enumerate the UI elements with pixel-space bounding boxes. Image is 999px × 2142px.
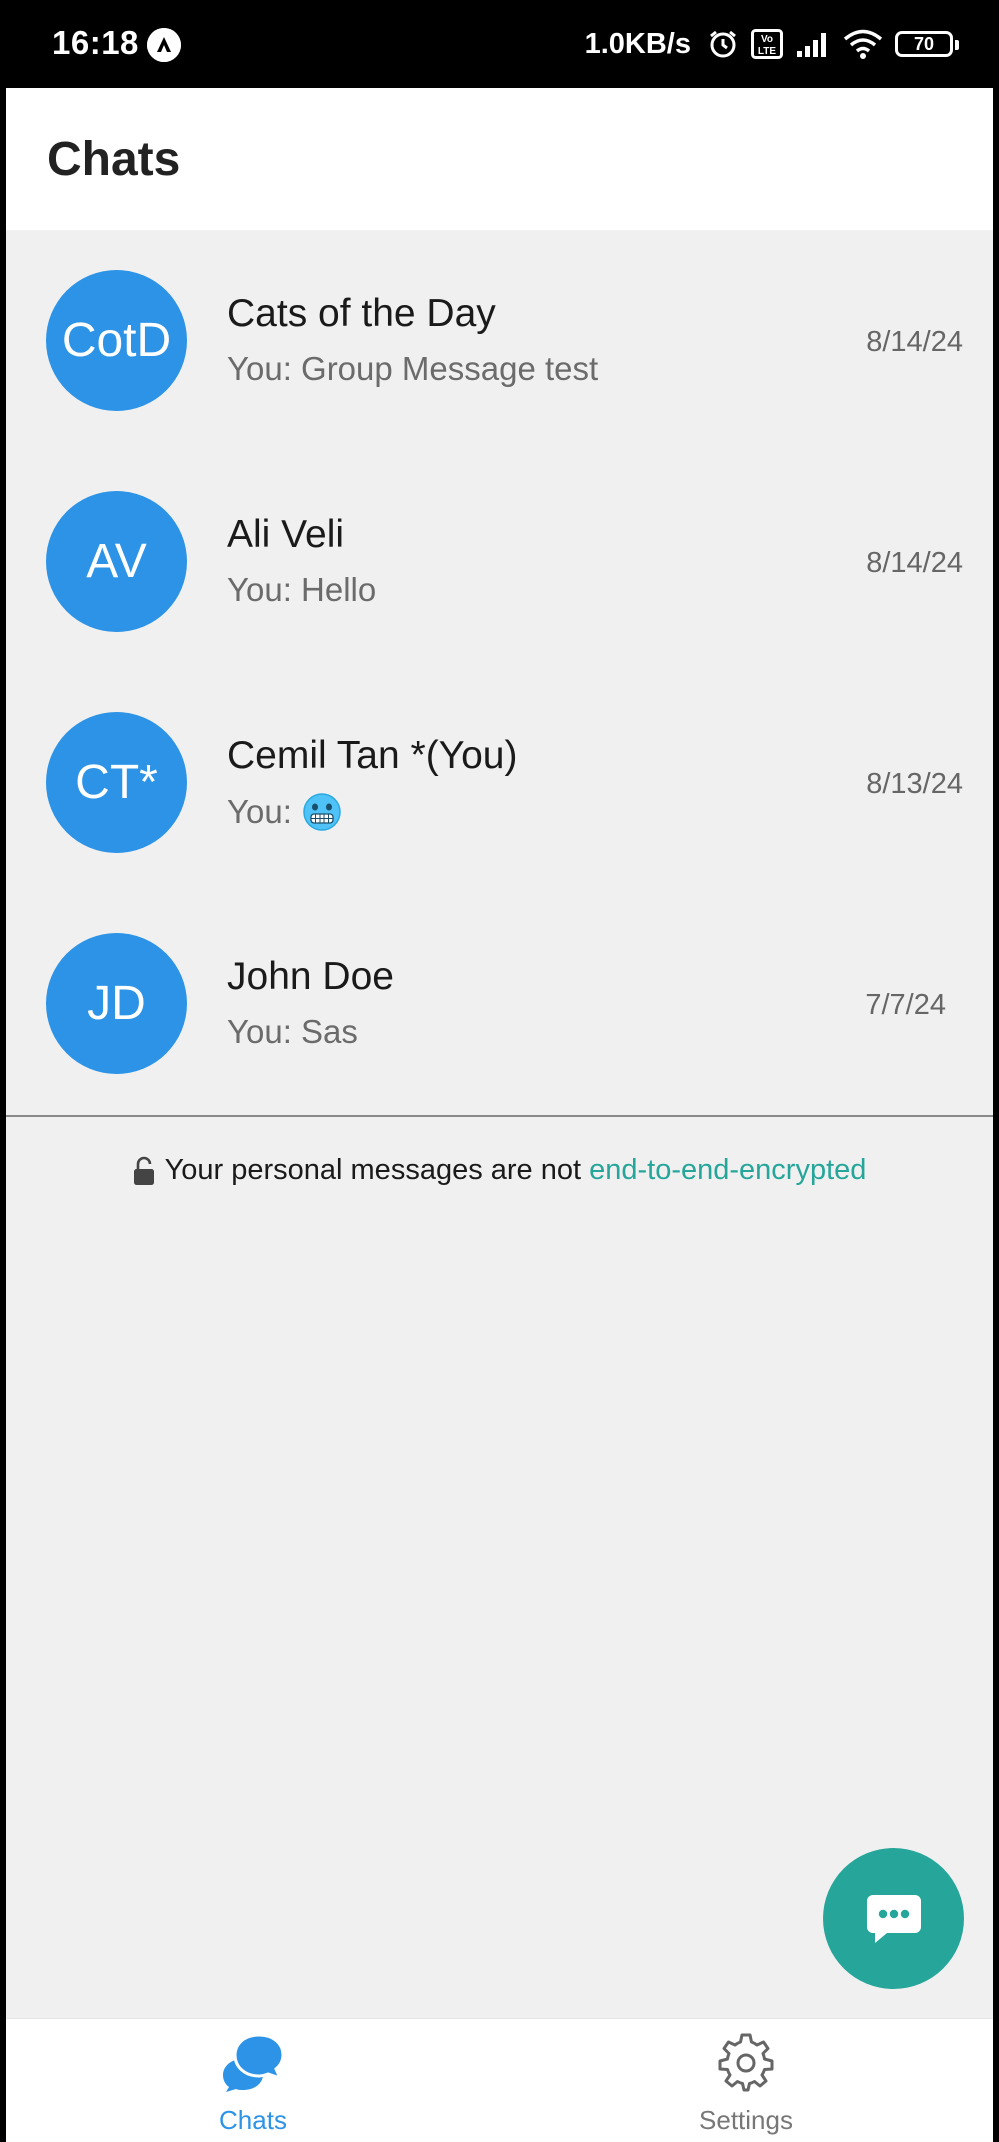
chat-list-item[interactable]: JD John Doe You: Sas 7/7/24 xyxy=(6,893,993,1114)
chat-preview: You: xyxy=(227,792,342,832)
gear-icon xyxy=(718,2033,774,2092)
chat-date: 8/13/24 xyxy=(866,768,963,800)
chat-preview: You: Hello xyxy=(227,571,376,609)
chat-preview-text: You: Sas xyxy=(227,1013,358,1050)
chats-icon xyxy=(223,2033,285,2092)
cold-face-emoji-icon xyxy=(303,793,341,831)
wifi-icon xyxy=(843,29,883,59)
chat-list-item[interactable]: AV Ali Veli You: Hello 8/14/24 xyxy=(6,451,993,672)
page-title: Chats xyxy=(47,133,181,186)
svg-text:Vo: Vo xyxy=(761,34,773,45)
chat-bubble-icon xyxy=(866,1894,921,1943)
cell-signal-icon xyxy=(797,33,826,57)
chat-name: Cats of the Day xyxy=(227,292,496,335)
status-time: 16:18 xyxy=(52,24,139,61)
nav-label-settings: Settings xyxy=(699,2105,793,2135)
network-speed: 1.0KB/s xyxy=(584,27,691,60)
chat-preview-text: You: xyxy=(227,793,292,830)
encryption-notice-text: Your personal messages are not xyxy=(164,1154,582,1186)
chat-preview-text: You: Hello xyxy=(227,571,377,608)
chat-preview-text: You: Group Message test xyxy=(227,350,599,387)
chat-preview: You: Sas xyxy=(227,1013,358,1051)
avatar: CT* xyxy=(46,712,187,853)
chat-name: Ali Veli xyxy=(227,513,345,556)
e2e-encryption-link[interactable]: end-to-end-encrypted xyxy=(589,1154,866,1186)
nav-label-chats: Chats xyxy=(219,2105,287,2135)
chat-list: CotD Cats of the Day You: Group Message … xyxy=(6,230,993,1114)
chat-list-item[interactable]: CotD Cats of the Day You: Group Message … xyxy=(6,230,993,451)
nav-tab-settings[interactable]: Settings xyxy=(646,2019,846,2142)
list-divider xyxy=(6,1115,993,1117)
chat-list-item[interactable]: CT* Cemil Tan *(You) You: 8/13/24 xyxy=(6,672,993,893)
chat-name: Cemil Tan *(You) xyxy=(227,734,518,777)
avatar: AV xyxy=(46,491,187,632)
alarm-icon xyxy=(710,30,736,58)
avatar: JD xyxy=(46,933,187,1074)
app-content: Chats CotD Cats of the Day You: Group Me… xyxy=(6,88,993,2142)
chat-name: John Doe xyxy=(227,955,394,998)
app-header: Chats xyxy=(6,88,993,230)
avatar: CotD xyxy=(46,270,187,411)
volte-icon: Vo LTE xyxy=(751,29,783,59)
encryption-notice: Your personal messages are not end-to-en… xyxy=(6,1154,993,1187)
phone-screen: 16:18 1.0KB/s Vo LTE 70 Chats CotD Cats … xyxy=(0,0,999,2142)
status-indicators: 1.0KB/s Vo LTE 70 xyxy=(585,22,959,66)
battery-indicator: 70 xyxy=(895,31,959,57)
chat-date: 8/14/24 xyxy=(866,547,963,579)
chat-date: 7/7/24 xyxy=(865,989,946,1021)
unlocked-lock-icon xyxy=(133,1156,154,1185)
status-bar: 16:18 1.0KB/s Vo LTE 70 xyxy=(0,0,999,88)
chat-date: 8/14/24 xyxy=(866,326,963,358)
nav-tab-chats[interactable]: Chats xyxy=(153,2019,353,2142)
new-chat-button[interactable] xyxy=(823,1848,964,1989)
chat-preview: You: Group Message test xyxy=(227,350,598,388)
app-notification-icon xyxy=(147,28,181,62)
svg-text:LTE: LTE xyxy=(758,46,776,57)
bottom-navigation: Chats Settings xyxy=(6,2018,993,2142)
